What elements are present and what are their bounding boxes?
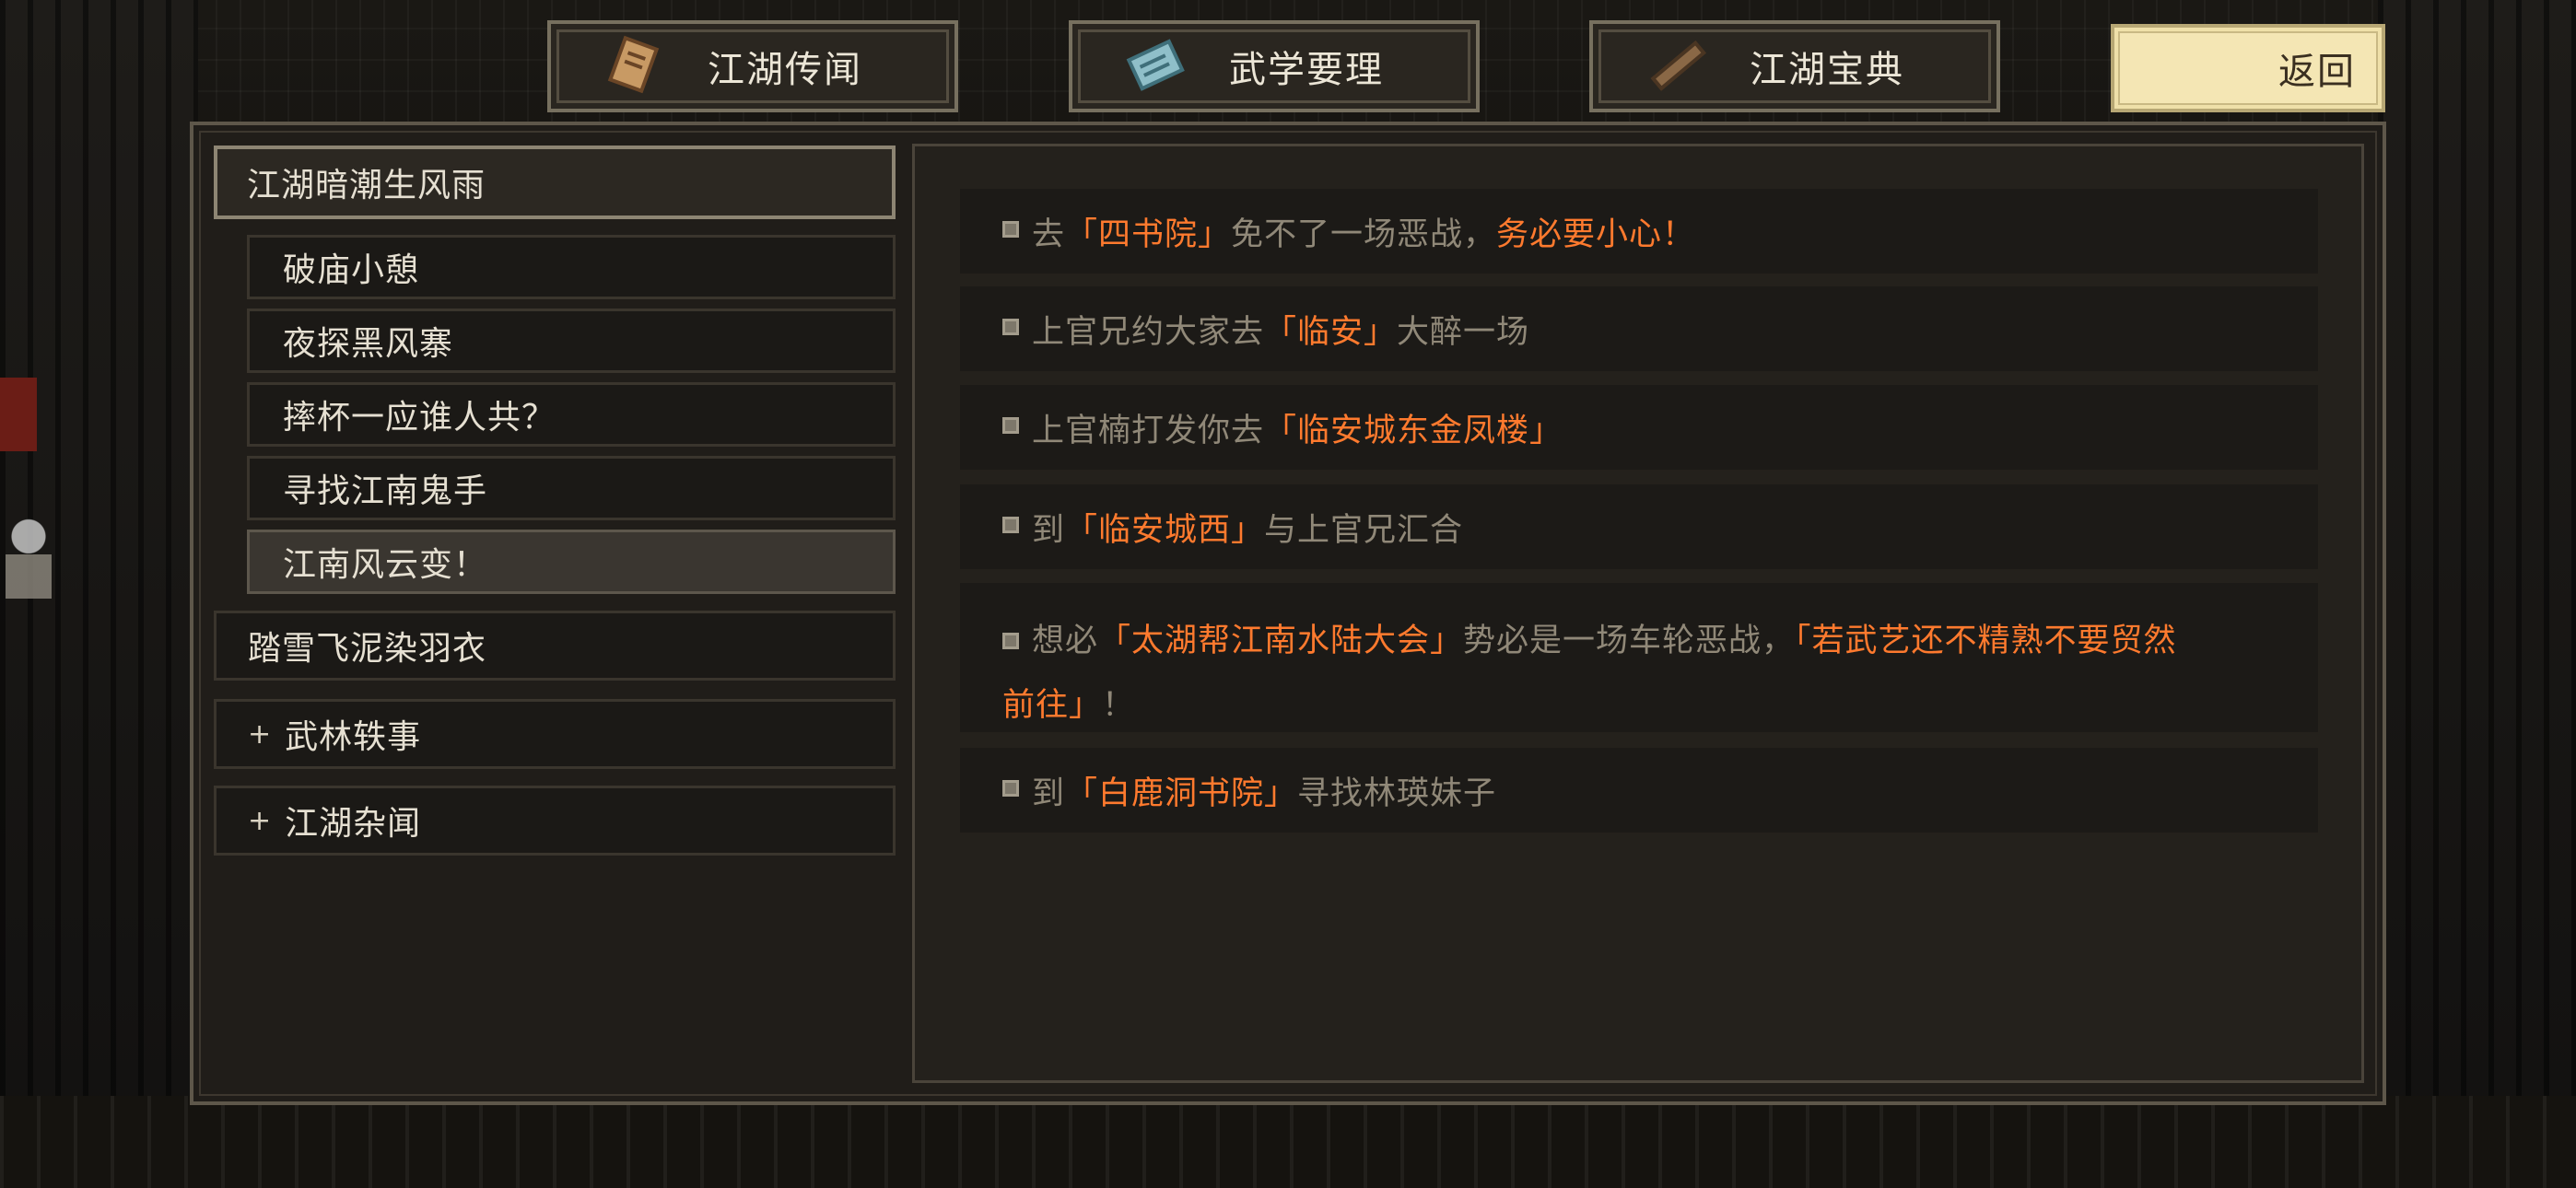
entry-text: 上官兄约大家去 (1032, 313, 1265, 351)
expand-plus-icon: + (248, 804, 273, 837)
quest-item[interactable]: 摔杯一应谁人共？ (247, 382, 896, 447)
background-npc-figure (6, 516, 52, 599)
bullet-icon (1002, 633, 1019, 649)
entry-highlight: 务必要小心！ (1496, 215, 1696, 253)
tab-label: 江湖宝典 (1750, 49, 1904, 91)
tab-jianghu-codex[interactable]: 江湖宝典 (1589, 20, 2000, 112)
tab-martial-principles[interactable]: 武学要理 (1069, 20, 1480, 112)
quest-group-header-label: 江湖暗潮生风雨 (247, 167, 486, 204)
entry-highlight: 「临安」 (1264, 313, 1398, 351)
bullet-icon (1002, 780, 1019, 797)
entry-text: 想必 (1032, 623, 1099, 659)
entry-highlight: 「白鹿洞书院」 (1065, 775, 1298, 812)
quest-item-label: 破庙小憩 (283, 251, 420, 289)
bullet-icon (1002, 319, 1019, 335)
quest-item[interactable]: 寻找江南鬼手 (247, 456, 896, 520)
entry-highlight: 「太湖帮江南水陆大会」 (1098, 623, 1464, 659)
quest-entry: 上官楠打发你去 「临安城东金凤楼」 (960, 385, 2318, 470)
tab-label: 武学要理 (1229, 49, 1384, 91)
background-floor (0, 1096, 2576, 1188)
quest-group-item[interactable]: 踏雪飞泥染羽衣 (214, 611, 896, 681)
expand-plus-icon: + (248, 717, 273, 751)
scroll-icon (599, 29, 673, 103)
quest-item-label: 夜探黑风寨 (283, 325, 454, 363)
entry-text: 寻找林瑛妹子 (1297, 775, 1497, 812)
bullet-icon (1002, 417, 1019, 434)
entry-text: 去 (1032, 215, 1066, 253)
entry-highlight: 「四书院」 (1065, 215, 1232, 253)
background-red-banner (0, 378, 37, 451)
entry-highlight: 「临安城东金凤楼」 (1264, 412, 1563, 449)
back-button[interactable]: 返回 (2111, 24, 2385, 112)
entry-text: 势必是一场车轮恶战， (1463, 623, 1796, 659)
quest-group-label: 武林轶事 (285, 718, 422, 756)
quest-group-collapsed[interactable]: + 江湖杂闻 (214, 786, 896, 856)
bullet-icon (1002, 517, 1019, 533)
back-button-label: 返回 (2278, 51, 2356, 93)
quest-entry: 想必「太湖帮江南水陆大会」势必是一场车轮恶战，「若武艺还不精熟不要贸然 前往」！ (960, 583, 2318, 732)
quest-entry: 到「白鹿洞书院」 寻找林瑛妹子 (960, 748, 2318, 833)
entry-text: 上官楠打发你去 (1032, 412, 1265, 449)
entry-text: 到 (1032, 775, 1066, 812)
quest-item-selected[interactable]: 江南风云变！ (247, 530, 896, 594)
quest-group-header[interactable]: 江湖暗潮生风雨 (214, 146, 896, 219)
quest-item[interactable]: 破庙小憩 (247, 235, 896, 299)
entry-text: 到 (1032, 511, 1066, 549)
book-roll-icon (1641, 29, 1715, 103)
quest-item[interactable]: 夜探黑风寨 (247, 309, 896, 373)
quest-entry: 去「四书院」 免不了一场恶战， 务必要小心！ (960, 189, 2318, 274)
manual-icon (1120, 29, 1194, 103)
entry-text: ！ (1102, 687, 1136, 724)
quest-item-label: 寻找江南鬼手 (283, 472, 488, 510)
entry-highlight: 前往」 (1002, 687, 1103, 724)
bullet-icon (1002, 221, 1019, 238)
quest-entry: 上官兄约大家去 「临安」 大醉一场 (960, 286, 2318, 371)
quest-group-label: 踏雪飞泥染羽衣 (248, 630, 487, 668)
background-right-wall (2378, 0, 2576, 1188)
quest-group-collapsed[interactable]: + 武林轶事 (214, 699, 896, 769)
tab-jianghu-rumors[interactable]: 江湖传闻 (547, 20, 958, 112)
quest-item-label: 江南风云变！ (283, 546, 488, 584)
entry-highlight: 「若武艺还不精熟不要贸然 (1795, 623, 2177, 659)
entry-text: 与上官兄汇合 (1264, 511, 1464, 549)
quest-item-label: 摔杯一应谁人共？ (283, 399, 556, 437)
tab-label: 江湖传闻 (708, 49, 862, 91)
entry-text: 大醉一场 (1397, 313, 1530, 351)
entry-text: 免不了一场恶战， (1231, 215, 1497, 253)
quest-entry: 到「临安城西」 与上官兄汇合 (960, 484, 2318, 569)
entry-highlight: 「临安城西」 (1065, 511, 1265, 549)
quest-group-label: 江湖杂闻 (285, 805, 422, 843)
